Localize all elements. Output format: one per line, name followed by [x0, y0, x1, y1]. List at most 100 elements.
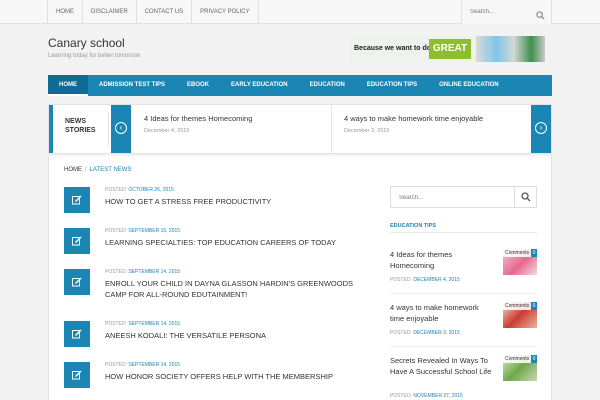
- sidebar-post-meta-label: POSTED:: [390, 330, 412, 336]
- post-item[interactable]: POSTED: SEPTEMBER 14, 2015 HOW HONOR SOC…: [64, 362, 364, 392]
- sidebar-post-meta: POSTED: DECEMBER 4, 2015: [390, 277, 460, 283]
- post-title[interactable]: HOW TO GET A STRESS FREE PRODUCTIVITY: [105, 196, 355, 207]
- news-ticker: NEWS STORIES ‹ 4 Ideas for themes Homeco…: [48, 104, 552, 154]
- edit-icon[interactable]: [64, 321, 90, 347]
- ticker-prev-button[interactable]: ‹: [111, 105, 131, 153]
- sidebar-post-date: DECEMBER 4, 2015: [413, 277, 460, 283]
- comment-count-badge: 0: [531, 355, 537, 363]
- sidebar-post-thumbnail[interactable]: Comments 0: [503, 355, 537, 381]
- post-date[interactable]: SEPTEMBER 14, 2015: [128, 269, 180, 275]
- sidebar-post-meta-label: POSTED:: [390, 277, 412, 283]
- post-meta-label: POSTED:: [105, 228, 127, 234]
- post-date[interactable]: SEPTEMBER 14, 2015: [128, 321, 180, 327]
- banner-image: [476, 36, 545, 62]
- search-icon[interactable]: [536, 7, 545, 25]
- nav-early-education[interactable]: EARLY EDUCATION: [220, 75, 299, 96]
- widget-divider: [390, 232, 537, 233]
- search-icon: [521, 192, 531, 202]
- topnav-contact-us[interactable]: CONTACT US: [135, 0, 191, 24]
- post-title[interactable]: ANEESH KODALI: THE VERSATILE PERSONA: [105, 330, 355, 341]
- breadcrumb-current: LATEST NEWS: [89, 167, 132, 173]
- chevron-right-icon: ›: [535, 122, 547, 134]
- banner-text: Because we want to do: [354, 45, 432, 52]
- sidebar-post[interactable]: 4 ways to make homework time enjoyable P…: [390, 302, 537, 347]
- sidebar-post[interactable]: 4 Ideas for themes Homecoming POSTED: DE…: [390, 249, 537, 294]
- topnav-home[interactable]: HOME: [47, 0, 82, 24]
- widget-title: EDUCATION TIPS: [390, 223, 437, 229]
- post-date[interactable]: SEPTEMBER 15, 2015: [128, 228, 180, 234]
- breadcrumb-separator: /: [85, 167, 87, 173]
- post-item[interactable]: POSTED: SEPTEMBER 15, 2015 LEARNING SPEC…: [64, 228, 364, 258]
- post-item[interactable]: POSTED: SEPTEMBER 14, 2015 ENROLL YOUR C…: [64, 269, 364, 299]
- edit-icon[interactable]: [64, 228, 90, 254]
- comments-label: Comments: [503, 302, 532, 310]
- banner-highlight: GREAT: [429, 39, 471, 59]
- post-meta: POSTED: SEPTEMBER 14, 2015: [105, 269, 180, 275]
- sidebar-post-title[interactable]: Secrets Revealed In Ways To Have A Succe…: [390, 355, 495, 377]
- header-banner[interactable]: Because we want to do GREAT: [350, 36, 545, 62]
- ticker-item-date: December 4, 2015: [144, 128, 190, 134]
- site-title[interactable]: Canary school: [48, 36, 125, 50]
- comments-label: Comments: [503, 249, 532, 257]
- ticker-label-line1: NEWS: [65, 118, 86, 125]
- post-meta-label: POSTED:: [105, 321, 127, 327]
- nav-ebook[interactable]: EBOOK: [176, 75, 220, 96]
- sidebar-post-date: NOVEMBER 27, 2015: [413, 393, 463, 399]
- sidebar-divider: [390, 346, 537, 347]
- post-title[interactable]: LEARNING SPECIALTIES: TOP EDUCATION CARE…: [105, 237, 355, 248]
- sidebar-post-title[interactable]: 4 Ideas for themes Homecoming: [390, 249, 495, 271]
- nav-education[interactable]: EDUCATION: [299, 75, 356, 96]
- nav-home[interactable]: HOME: [48, 75, 88, 96]
- nav-admission-test-tips[interactable]: ADMISSION TEST TIPS: [88, 75, 176, 96]
- edit-icon[interactable]: [64, 269, 90, 295]
- sidebar-post-date: DECEMBER 3, 2015: [413, 330, 460, 336]
- post-meta: POSTED: OCTOBER 26, 2015: [105, 187, 174, 193]
- sidebar-post-thumbnail[interactable]: Comments 0: [503, 302, 537, 328]
- ticker-item[interactable]: 4 Ideas for themes Homecoming December 4…: [144, 114, 324, 146]
- main-content: HOME / LATEST NEWS POSTED: OCTOBER 26, 201…: [48, 156, 552, 400]
- post-date[interactable]: OCTOBER 26, 2015: [128, 187, 174, 193]
- post-meta: POSTED: SEPTEMBER 14, 2015: [105, 321, 180, 327]
- post-title[interactable]: HOW HONOR SOCIETY OFFERS HELP WITH THE M…: [105, 371, 355, 382]
- post-item[interactable]: POSTED: OCTOBER 26, 2015 HOW TO GET A ST…: [64, 187, 364, 217]
- top-search: [461, 0, 552, 24]
- comment-count-badge: 0: [531, 302, 537, 310]
- post-meta: POSTED: SEPTEMBER 15, 2015: [105, 228, 180, 234]
- sidebar-post-title[interactable]: 4 ways to make homework time enjoyable: [390, 302, 495, 324]
- sidebar-post-meta-label: POSTED:: [390, 393, 412, 399]
- ticker-item-date: December 3, 2015: [344, 128, 390, 134]
- comment-count-badge: 0: [531, 249, 537, 257]
- sidebar-post-thumbnail[interactable]: Comments 0: [503, 249, 537, 275]
- sidebar-search-input[interactable]: [399, 192, 499, 203]
- ticker-item-title[interactable]: 4 ways to make homework time enjoyable: [344, 114, 524, 123]
- top-bar: HOME DISCLAIMER CONTACT US PRIVACY POLIC…: [0, 0, 600, 24]
- post-date[interactable]: SEPTEMBER 14, 2015: [128, 362, 180, 368]
- top-search-input[interactable]: [470, 6, 530, 18]
- main-nav: HOME ADMISSION TEST TIPS EBOOK EARLY EDU…: [48, 75, 552, 96]
- breadcrumb-home[interactable]: HOME: [64, 167, 82, 173]
- sidebar-post[interactable]: Secrets Revealed In Ways To Have A Succe…: [390, 355, 537, 400]
- site-tagline: Learning today for better tomorrow: [48, 53, 141, 59]
- nav-online-education[interactable]: ONLINE EDUCATION: [428, 75, 510, 96]
- post-title[interactable]: ENROLL YOUR CHILD IN DAYNA GLASSON HARDI…: [105, 278, 355, 300]
- post-meta: POSTED: SEPTEMBER 14, 2015: [105, 362, 180, 368]
- ticker-item-title[interactable]: 4 Ideas for themes Homecoming: [144, 114, 324, 123]
- sidebar-post-meta: POSTED: NOVEMBER 27, 2015: [390, 393, 463, 399]
- post-item[interactable]: POSTED: SEPTEMBER 14, 2015 ANEESH KODALI…: [64, 321, 364, 351]
- chevron-left-icon: ‹: [115, 122, 127, 134]
- ticker-item[interactable]: 4 ways to make homework time enjoyable D…: [344, 114, 524, 146]
- ticker-divider: [331, 105, 332, 153]
- sidebar-search-button[interactable]: [514, 187, 536, 207]
- post-meta-label: POSTED:: [105, 187, 127, 193]
- comments-label: Comments: [503, 355, 532, 363]
- ticker-label: NEWS STORIES: [55, 113, 109, 146]
- ticker-next-button[interactable]: ›: [531, 105, 551, 153]
- ticker-label-line2: STORIES: [65, 127, 96, 134]
- nav-education-tips[interactable]: EDUCATION TIPS: [356, 75, 428, 96]
- top-nav: HOME DISCLAIMER CONTACT US PRIVACY POLIC…: [47, 0, 259, 24]
- topnav-privacy-policy[interactable]: PRIVACY POLICY: [191, 0, 259, 24]
- post-meta-label: POSTED:: [105, 269, 127, 275]
- edit-icon[interactable]: [64, 362, 90, 388]
- topnav-disclaimer[interactable]: DISCLAIMER: [82, 0, 136, 24]
- edit-icon[interactable]: [64, 187, 90, 213]
